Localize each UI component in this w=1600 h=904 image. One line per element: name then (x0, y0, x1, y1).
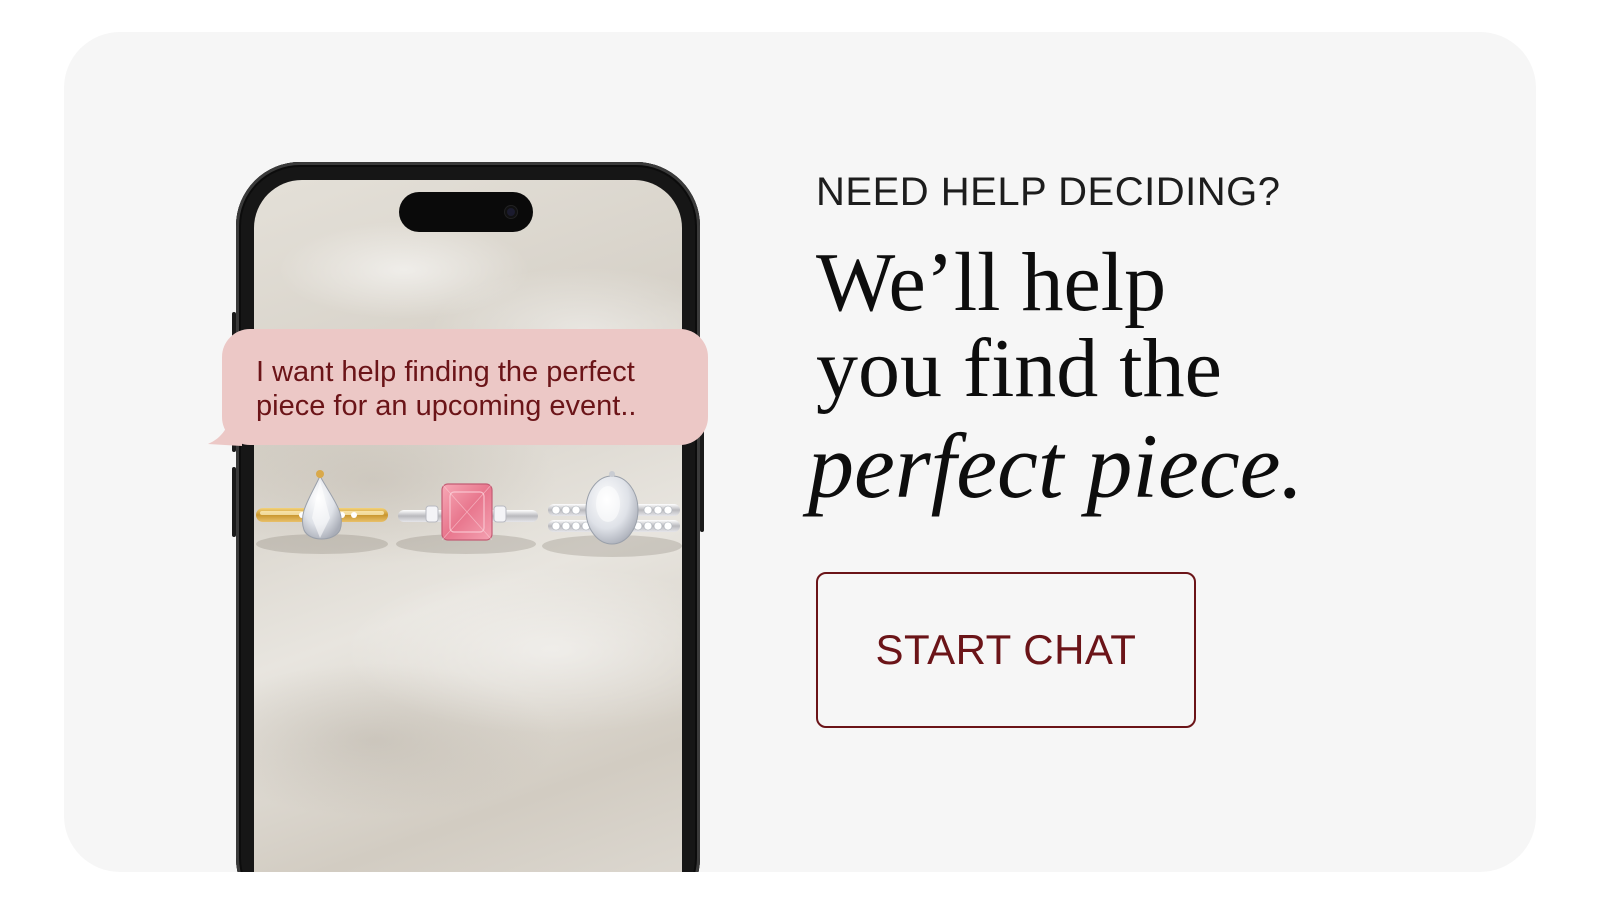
dynamic-island (399, 192, 533, 232)
promo-card: I want help finding the perfect piece fo… (64, 32, 1536, 872)
eyebrow-heading: NEED HELP DECIDING? (816, 170, 1281, 214)
phone-button-volume-down (232, 467, 236, 537)
phone-mockup (232, 162, 704, 872)
headline: We’ll help you find the perfect piece. (808, 236, 1304, 520)
chat-bubble: I want help finding the perfect piece fo… (222, 329, 708, 445)
camera-icon (505, 206, 517, 218)
chat-message-line-1: I want help finding the perfect (256, 356, 635, 388)
phone-screen (254, 180, 682, 872)
rings-photo-icon (256, 470, 682, 557)
headline-line-1: We’ll help (816, 236, 1167, 329)
phone-button-power (700, 422, 704, 532)
headline-italic: perfect piece. (808, 415, 1304, 517)
start-chat-button[interactable]: START CHAT (816, 572, 1196, 728)
headline-line-2: you find the (816, 322, 1222, 415)
chat-message-line-2: piece for an upcoming event.. (256, 390, 637, 422)
